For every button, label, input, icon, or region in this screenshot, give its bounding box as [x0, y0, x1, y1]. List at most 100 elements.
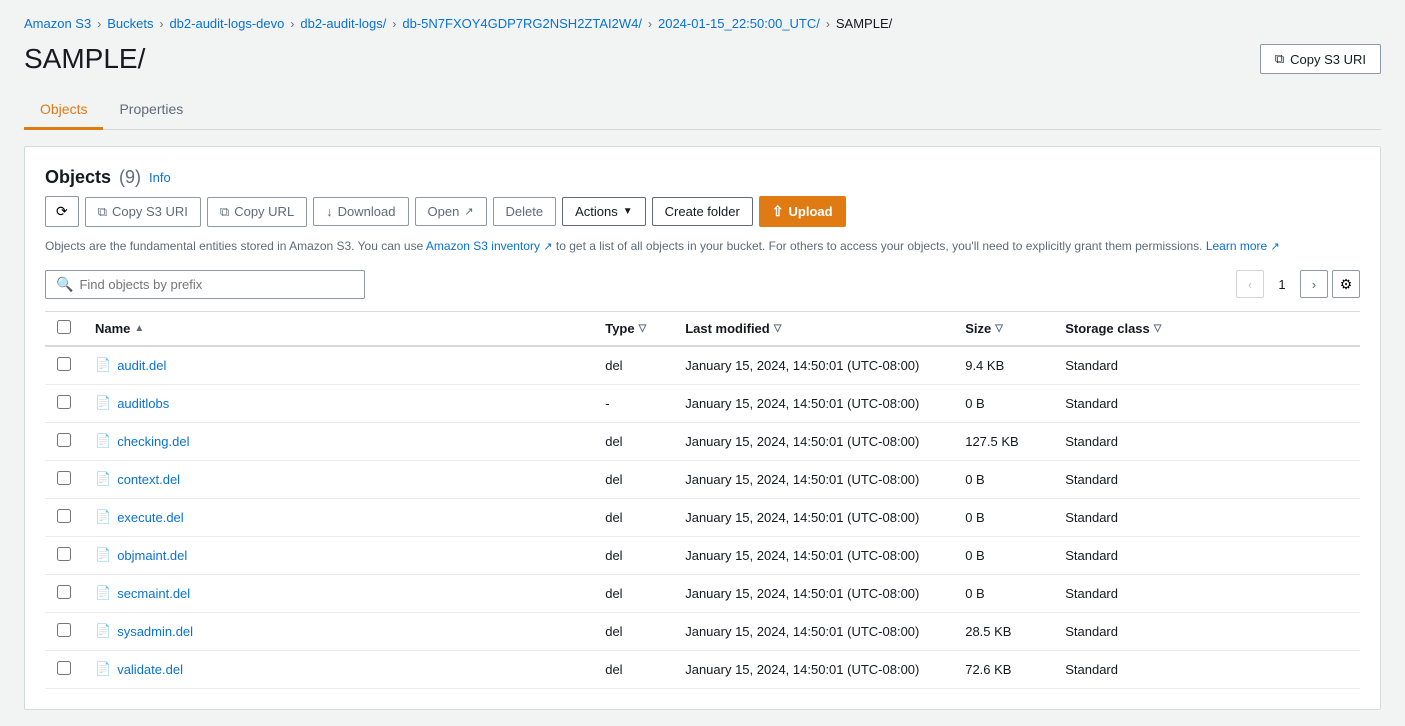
- objects-label: Objects: [45, 167, 111, 188]
- learn-more-link[interactable]: Learn more: [1206, 239, 1267, 253]
- table-row: 📄 audit.del del January 15, 2024, 14:50:…: [45, 346, 1360, 385]
- next-page-button[interactable]: ›: [1300, 270, 1328, 298]
- create-folder-button[interactable]: Create folder: [652, 197, 753, 226]
- select-all-checkbox[interactable]: [57, 320, 71, 334]
- row-type-cell: del: [593, 574, 673, 612]
- breadcrumb-timestamp[interactable]: 2024-01-15_22:50:00_UTC/: [658, 16, 820, 31]
- header-size[interactable]: Size ▽: [953, 311, 1053, 346]
- header-name[interactable]: Name ▲: [83, 311, 593, 346]
- row-checkbox-cell: [45, 460, 83, 498]
- breadcrumb-s3[interactable]: Amazon S3: [24, 16, 91, 31]
- external-icon-inventory: ↗: [543, 241, 552, 253]
- row-name-cell: 📄 secmaint.del: [83, 574, 593, 612]
- header-type[interactable]: Type ▽: [593, 311, 673, 346]
- row-checkbox-cell: [45, 346, 83, 385]
- file-name-5: objmaint.del: [117, 548, 187, 563]
- table-settings-button[interactable]: ⚙: [1332, 270, 1360, 298]
- row-type-cell: del: [593, 460, 673, 498]
- open-label: Open: [428, 204, 460, 219]
- row-size-cell: 28.5 KB: [953, 612, 1053, 650]
- copy-url-label: Copy URL: [234, 204, 294, 219]
- row-checkbox-4[interactable]: [57, 509, 71, 523]
- file-icon-4: 📄: [95, 509, 111, 525]
- refresh-button[interactable]: ⟳: [45, 196, 79, 227]
- row-storage-cell: Standard: [1053, 612, 1360, 650]
- row-storage-cell: Standard: [1053, 574, 1360, 612]
- breadcrumb-bucket-name[interactable]: db2-audit-logs-devo: [169, 16, 284, 31]
- row-name-cell: 📄 objmaint.del: [83, 536, 593, 574]
- breadcrumb-sep-5: ›: [648, 17, 652, 31]
- actions-button[interactable]: Actions ▼: [562, 197, 646, 226]
- row-size-cell: 0 B: [953, 574, 1053, 612]
- objects-count: (9): [119, 167, 141, 188]
- row-checkbox-cell: [45, 574, 83, 612]
- row-checkbox-cell: [45, 498, 83, 536]
- row-name-cell: 📄 context.del: [83, 460, 593, 498]
- breadcrumb-sep-6: ›: [826, 17, 830, 31]
- row-checkbox-7[interactable]: [57, 623, 71, 637]
- row-checkbox-3[interactable]: [57, 471, 71, 485]
- copy-icon-header: ⧉: [1275, 51, 1284, 67]
- info-link[interactable]: Info: [149, 170, 171, 185]
- row-checkbox-cell: [45, 612, 83, 650]
- search-pagination-row: 🔍 ‹ 1 › ⚙: [45, 270, 1360, 299]
- amazon-s3-inventory-link[interactable]: Amazon S3 inventory: [426, 239, 540, 253]
- upload-button[interactable]: ⇧ Upload: [759, 196, 846, 227]
- storage-sort-icon: ▽: [1154, 323, 1162, 334]
- row-checkbox-0[interactable]: [57, 357, 71, 371]
- copy-s3-uri-button-header[interactable]: ⧉ Copy S3 URI: [1260, 44, 1381, 74]
- file-link-2[interactable]: 📄 checking.del: [95, 433, 581, 449]
- row-checkbox-8[interactable]: [57, 661, 71, 675]
- row-checkbox-5[interactable]: [57, 547, 71, 561]
- header-last-modified[interactable]: Last modified ▽: [673, 311, 953, 346]
- file-link-8[interactable]: 📄 validate.del: [95, 661, 581, 677]
- delete-button[interactable]: Delete: [493, 197, 557, 226]
- tab-objects[interactable]: Objects: [24, 91, 103, 130]
- file-link-6[interactable]: 📄 secmaint.del: [95, 585, 581, 601]
- search-input[interactable]: [79, 277, 354, 292]
- file-link-5[interactable]: 📄 objmaint.del: [95, 547, 581, 563]
- download-button[interactable]: ↓ Download: [313, 197, 408, 226]
- upload-icon: ⇧: [772, 203, 784, 220]
- tabs: Objects Properties: [24, 91, 1381, 130]
- row-size-cell: 0 B: [953, 498, 1053, 536]
- header-checkbox-col: [45, 311, 83, 346]
- open-button[interactable]: Open ↗: [415, 197, 487, 226]
- header-storage-class[interactable]: Storage class ▽: [1053, 311, 1360, 346]
- file-link-1[interactable]: 📄 auditlobs: [95, 395, 581, 411]
- file-link-0[interactable]: 📄 audit.del: [95, 357, 581, 373]
- file-link-3[interactable]: 📄 context.del: [95, 471, 581, 487]
- row-type-cell: del: [593, 422, 673, 460]
- file-name-2: checking.del: [117, 434, 189, 449]
- row-name-cell: 📄 sysadmin.del: [83, 612, 593, 650]
- row-checkbox-1[interactable]: [57, 395, 71, 409]
- table-row: 📄 auditlobs - January 15, 2024, 14:50:01…: [45, 384, 1360, 422]
- row-checkbox-cell: [45, 384, 83, 422]
- row-modified-cell: January 15, 2024, 14:50:01 (UTC-08:00): [673, 612, 953, 650]
- row-checkbox-2[interactable]: [57, 433, 71, 447]
- file-link-4[interactable]: 📄 execute.del: [95, 509, 581, 525]
- table-header-row: Name ▲ Type ▽ Last modified ▽: [45, 311, 1360, 346]
- breadcrumb-buckets[interactable]: Buckets: [107, 16, 153, 31]
- external-link-icon: ↗: [464, 205, 473, 218]
- file-link-7[interactable]: 📄 sysadmin.del: [95, 623, 581, 639]
- copy-s3-uri-label: Copy S3 URI: [112, 204, 188, 219]
- row-modified-cell: January 15, 2024, 14:50:01 (UTC-08:00): [673, 574, 953, 612]
- row-checkbox-6[interactable]: [57, 585, 71, 599]
- external-icon-learn: ↗: [1271, 241, 1280, 253]
- row-name-cell: 📄 audit.del: [83, 346, 593, 385]
- table-row: 📄 context.del del January 15, 2024, 14:5…: [45, 460, 1360, 498]
- breadcrumb-db-id[interactable]: db-5N7FXOY4GDP7RG2NSH2ZTAI2W4/: [402, 16, 642, 31]
- copy-url-icon: ⧉: [220, 204, 229, 220]
- copy-url-button[interactable]: ⧉ Copy URL: [207, 197, 307, 227]
- row-name-cell: 📄 validate.del: [83, 650, 593, 688]
- info-text-prefix: Objects are the fundamental entities sto…: [45, 239, 426, 253]
- copy-s3-uri-button[interactable]: ⧉ Copy S3 URI: [85, 197, 201, 227]
- tab-properties[interactable]: Properties: [103, 91, 199, 130]
- copy-s3-uri-icon: ⧉: [98, 204, 107, 220]
- prev-page-button[interactable]: ‹: [1236, 270, 1264, 298]
- search-box: 🔍: [45, 270, 365, 299]
- breadcrumb-sep-2: ›: [159, 17, 163, 31]
- breadcrumb-audit-logs[interactable]: db2-audit-logs/: [300, 16, 386, 31]
- row-storage-cell: Standard: [1053, 384, 1360, 422]
